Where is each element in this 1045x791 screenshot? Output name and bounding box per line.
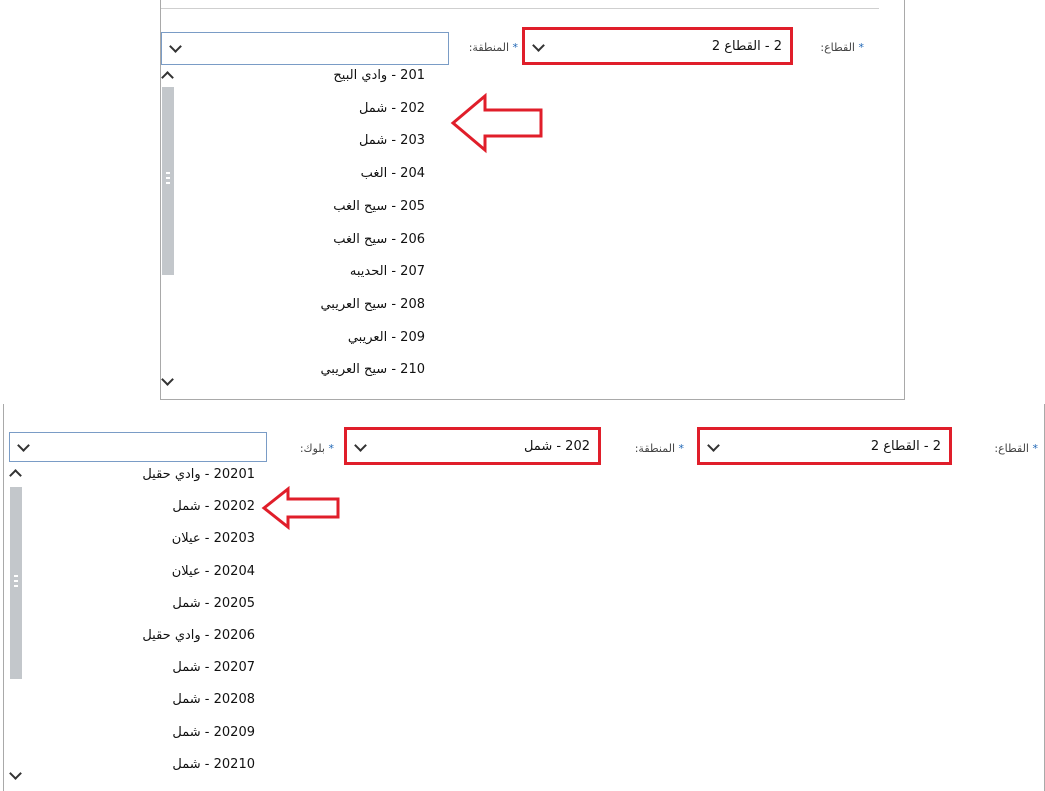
dropdown-option[interactable]: 20202 - شمل — [172, 499, 255, 514]
chevron-down-icon — [532, 39, 545, 52]
block-select[interactable] — [9, 432, 267, 462]
dropdown-option[interactable]: 20203 - عيلان — [172, 531, 255, 546]
region-label-text: المنطقة: — [634, 442, 675, 455]
sector-label: * القطاع: — [820, 41, 864, 54]
grip-icon — [14, 580, 18, 582]
dropdown-option[interactable]: 210 - سيح العريبي — [320, 362, 425, 377]
required-mark: * — [512, 41, 519, 54]
grip-icon — [166, 172, 170, 174]
block-label: * بلوك: — [300, 442, 334, 455]
chevron-down-icon — [169, 40, 182, 53]
dropdown-option[interactable]: 205 - سيح الغب — [333, 199, 425, 214]
left-arrow-annotation-icon — [450, 92, 543, 154]
region-select[interactable] — [161, 32, 449, 65]
region-dropdown-panel: * القطاع: 2 - القطاع 2 * المنطقة: 201 - … — [160, 0, 905, 400]
region-label: * المنطقة: — [635, 442, 684, 455]
chevron-down-icon[interactable] — [9, 767, 22, 780]
chevron-down-icon — [707, 439, 720, 452]
sector-label-text: القطاع: — [994, 442, 1029, 455]
required-mark: * — [858, 41, 865, 54]
region-label-text: المنطقة: — [468, 41, 509, 54]
block-dropdown-panel: * القطاع: 2 - القطاع 2 * المنطقة: 202 - … — [3, 404, 1045, 791]
dropdown-option[interactable]: 20208 - شمل — [172, 692, 255, 707]
dropdown-option[interactable]: 209 - العريبي — [348, 330, 425, 345]
sector-label: * القطاع: — [994, 442, 1038, 455]
region-label: * المنطقة: — [469, 41, 518, 54]
chevron-up-icon[interactable] — [161, 71, 174, 84]
chevron-down-icon — [354, 439, 367, 452]
dropdown-option[interactable]: 203 - شمل — [359, 133, 425, 148]
scrollbar-thumb[interactable] — [10, 487, 22, 679]
chevron-down-icon[interactable] — [161, 373, 174, 386]
grip-icon — [14, 585, 18, 587]
grip-icon — [166, 182, 170, 184]
region-dropdown-list[interactable]: 201 - وادي البيح 202 - شمل 203 - شمل 204 - … — [161, 65, 431, 399]
region-select-value: 202 - شمل — [523, 439, 590, 454]
dropdown-option[interactable]: 20204 - عيلان — [172, 564, 255, 579]
dropdown-option[interactable]: 20201 - وادي حقيل — [142, 467, 255, 482]
dropdown-option[interactable]: 207 - الحديبه — [350, 264, 425, 279]
chevron-up-icon[interactable] — [9, 469, 22, 482]
block-label-text: بلوك: — [299, 442, 325, 455]
dropdown-option[interactable]: 202 - شمل — [359, 101, 425, 116]
dropdown-option[interactable]: 20209 - شمل — [172, 725, 255, 740]
dropdown-option[interactable]: 206 - سيح الغب — [333, 232, 425, 247]
dropdown-option[interactable]: 20206 - وادي حقيل — [142, 628, 255, 643]
grip-icon — [166, 177, 170, 179]
scrollbar-thumb[interactable] — [162, 87, 174, 275]
block-dropdown-list[interactable]: 20201 - وادي حقيل 20202 - شمل 20203 - عيلا… — [9, 463, 261, 789]
sector-label-text: القطاع: — [820, 41, 855, 54]
grip-icon — [14, 575, 18, 577]
required-mark: * — [678, 442, 685, 455]
divider — [161, 8, 879, 9]
scrollbar[interactable] — [9, 463, 23, 789]
required-mark: * — [1032, 442, 1039, 455]
dropdown-option[interactable]: 204 - الغب — [361, 166, 425, 181]
sector-select-value: 2 - القطاع 2 — [870, 439, 941, 454]
dropdown-option[interactable]: 201 - وادي البيح — [333, 68, 425, 83]
dropdown-option[interactable]: 20210 - شمل — [172, 757, 255, 772]
chevron-down-icon — [17, 439, 30, 452]
sector-select[interactable]: 2 - القطاع 2 — [697, 427, 952, 465]
region-select[interactable]: 202 - شمل — [344, 427, 601, 465]
dropdown-option[interactable]: 208 - سيح العريبي — [320, 297, 425, 312]
dropdown-option[interactable]: 20205 - شمل — [172, 596, 255, 611]
dropdown-option[interactable]: 20207 - شمل — [172, 660, 255, 675]
sector-select-value: 2 - القطاع 2 — [711, 39, 782, 54]
left-arrow-annotation-icon — [261, 485, 340, 531]
sector-select[interactable]: 2 - القطاع 2 — [522, 27, 793, 65]
required-mark: * — [328, 442, 335, 455]
scrollbar[interactable] — [161, 65, 175, 399]
